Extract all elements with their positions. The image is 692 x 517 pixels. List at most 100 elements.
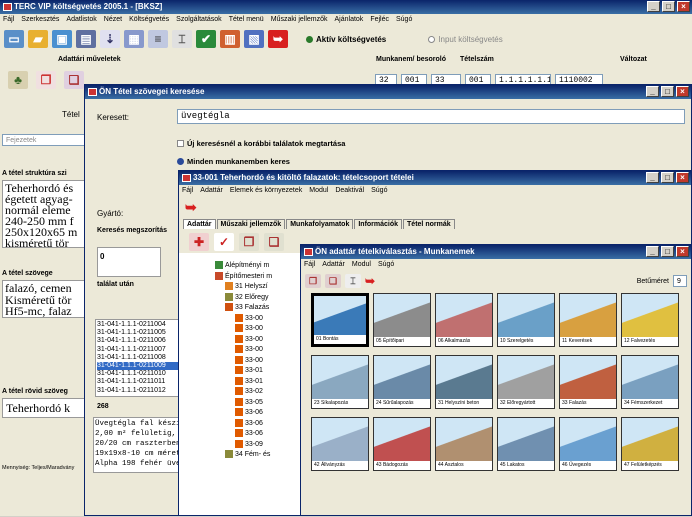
save-icon[interactable]: ▣	[52, 30, 72, 48]
back-arrow-icon[interactable]: ➥	[268, 30, 288, 48]
category-tile[interactable]: 32 Előregyártott	[497, 355, 555, 409]
tree-node[interactable]: 33-06	[215, 418, 301, 430]
long-text-box[interactable]: Teherhordó és égetett agyag-normál eleme 2…	[2, 180, 90, 248]
tree-node[interactable]: 33-06	[215, 429, 301, 440]
tree-node[interactable]: 33-01	[215, 366, 301, 377]
category-tile[interactable]: 33 Falazás	[559, 355, 617, 409]
catalog-close-button[interactable]: ×	[676, 246, 689, 257]
tree-node[interactable]: 31 Helyszí	[215, 282, 301, 293]
result-row[interactable]: 31-041-1.1.1-0211005	[97, 329, 185, 337]
tree-icon[interactable]: ♣	[8, 71, 28, 89]
tree-copy-icon[interactable]: ❐	[239, 233, 259, 251]
category-tile[interactable]: 43 Bádogozás	[373, 417, 431, 471]
main-menu-item[interactable]: Költségvetés	[129, 16, 169, 23]
catalog-menu-item[interactable]: Fájl	[304, 261, 315, 268]
tree-node[interactable]: 33-06	[215, 408, 301, 419]
tree-minimize-button[interactable]: _	[646, 172, 659, 183]
category-tile[interactable]: 11 Keverések	[559, 293, 617, 347]
category-tile[interactable]: 23 Síkalapozás	[311, 355, 369, 409]
main-menu-item[interactable]: Nézet	[104, 16, 122, 23]
radio-aktiv[interactable]: Aktív költségvetés	[306, 35, 386, 44]
tree-menu-item[interactable]: Deaktivál	[335, 187, 364, 194]
tab-3[interactable]: Információk	[354, 219, 403, 229]
result-row[interactable]: 31-041-1.1.1-0211007	[97, 346, 185, 354]
minimize-button[interactable]: _	[647, 1, 660, 12]
result-row[interactable]: 31-041-1.1.1-0211011	[97, 378, 185, 386]
kereses-input[interactable]: üvegtégla	[177, 109, 685, 124]
result-row[interactable]: 31-041-1.1.1-0211010	[97, 370, 185, 378]
result-row[interactable]: 31-041-1.1.1-0211004	[97, 321, 185, 329]
tab-4[interactable]: Tétel normák	[403, 219, 455, 229]
chart-icon[interactable]: ▧	[244, 30, 264, 48]
paste-icon[interactable]: ❏	[64, 71, 84, 89]
minden-munkanem-radio[interactable]: Minden munkanemben keres	[177, 157, 290, 166]
category-tile[interactable]: 47 Felületképzés	[621, 417, 679, 471]
search-minimize-button[interactable]: _	[646, 86, 659, 97]
result-row[interactable]: 31-041-1.1.1-0211009	[97, 362, 185, 371]
main-menu-item[interactable]: Ajánlatok	[335, 16, 364, 23]
radio-input[interactable]: Input költségvetés	[428, 35, 503, 44]
maximize-button[interactable]: □	[662, 1, 675, 12]
list-icon[interactable]: ≡	[148, 30, 168, 48]
main-menu-item[interactable]: Fejléc	[370, 16, 389, 23]
category-tile[interactable]: 06 Alkalmazás	[435, 293, 493, 347]
category-tile[interactable]: 45 Lakatos	[497, 417, 555, 471]
catalog-minimize-button[interactable]: _	[646, 246, 659, 257]
tree-menu-item[interactable]: Modul	[309, 187, 328, 194]
tree-node[interactable]: 33-09	[215, 439, 301, 451]
result-row[interactable]: 31-041-1.1.1-0211008	[97, 354, 185, 362]
tree-node[interactable]: 34 Fém- és	[215, 450, 301, 461]
cat-copy-icon[interactable]: ❐	[305, 274, 321, 288]
cursor-icon[interactable]: ⌶	[172, 30, 192, 48]
size-input[interactable]: 9	[673, 275, 687, 287]
description-box[interactable]: Üvegtégla fal készít 2,00 m² felületig, 20…	[93, 417, 189, 473]
tree-menu-item[interactable]: Fájl	[182, 187, 193, 194]
category-tile[interactable]: 42 Állványzás	[311, 417, 369, 471]
tree-menu-item[interactable]: Adattár	[200, 187, 223, 194]
tree-node[interactable]: 33-00	[215, 355, 301, 367]
new-doc-icon[interactable]: ▭	[4, 30, 24, 48]
category-tile[interactable]: 10 Szerelgetés	[497, 293, 555, 347]
main-menu-item[interactable]: Adatlistok	[66, 16, 96, 23]
tree-paste-icon[interactable]: ❏	[264, 233, 284, 251]
tree-node[interactable]: 32 Előregy	[215, 292, 301, 304]
tick-icon[interactable]: ✓	[214, 233, 234, 251]
tree-node[interactable]: 33-00	[215, 313, 301, 325]
tree-menu-item[interactable]: Elemek és környezetek	[230, 187, 302, 194]
tetel-szovege-box[interactable]: falazó, cemen Kisméretű tör Hf5-mc, falaz	[2, 280, 90, 318]
tree-view[interactable]: Alépítményi m Építőmesteri m 31 Helyszí 32 …	[215, 261, 301, 511]
result-row[interactable]: 31-041-1.1.1-0211006	[97, 337, 185, 345]
main-menu-item[interactable]: Szerkesztés	[21, 16, 59, 23]
short-text-box[interactable]: Teherhordó k	[2, 398, 90, 418]
tree-node[interactable]: Építőmesteri m	[215, 271, 301, 283]
search-maximize-button[interactable]: □	[661, 86, 674, 97]
tree-node[interactable]: 33-00	[215, 345, 301, 356]
tree-node[interactable]: 33-05	[215, 397, 301, 409]
catalog-maximize-button[interactable]: □	[661, 246, 674, 257]
main-menu-item[interactable]: Szolgáltatások	[176, 16, 222, 23]
table-icon[interactable]: ▦	[124, 30, 144, 48]
tab-1[interactable]: Műszaki jellemzők	[216, 219, 286, 229]
tree-node[interactable]: 33-02	[215, 387, 301, 398]
tree-node[interactable]: 33-00	[215, 334, 301, 346]
category-tile[interactable]: 24 Sűrűalapozás	[373, 355, 431, 409]
catalog-menu-item[interactable]: Súgó	[378, 261, 394, 268]
tree-node[interactable]: 33-01	[215, 376, 301, 388]
category-tile[interactable]: 01 Bontás	[311, 293, 369, 347]
catalog-menu-item[interactable]: Adattár	[322, 261, 345, 268]
pin-icon[interactable]: ✚	[189, 233, 209, 251]
tree-node[interactable]: 33-00	[215, 324, 301, 335]
copy-icon[interactable]: ❐	[36, 71, 56, 89]
calc-icon[interactable]: ▥	[220, 30, 240, 48]
category-tile[interactable]: 34 Fémszerkezet	[621, 355, 679, 409]
fejezetek-field[interactable]: Fejezetek	[2, 134, 88, 146]
tree-node[interactable]: Alépítményi m	[215, 261, 301, 272]
category-tile[interactable]: 44 Asztalos	[435, 417, 493, 471]
category-tile[interactable]: 05 Építőipari	[373, 293, 431, 347]
cat-paste-icon[interactable]: ❏	[325, 274, 341, 288]
main-menu-item[interactable]: Tétel menü	[229, 16, 264, 23]
close-button[interactable]: ×	[677, 1, 690, 12]
open-folder-icon[interactable]: ▰	[28, 30, 48, 48]
tab-2[interactable]: Munkafolyamatok	[286, 219, 354, 229]
tab-0[interactable]: Adattár	[183, 219, 216, 229]
